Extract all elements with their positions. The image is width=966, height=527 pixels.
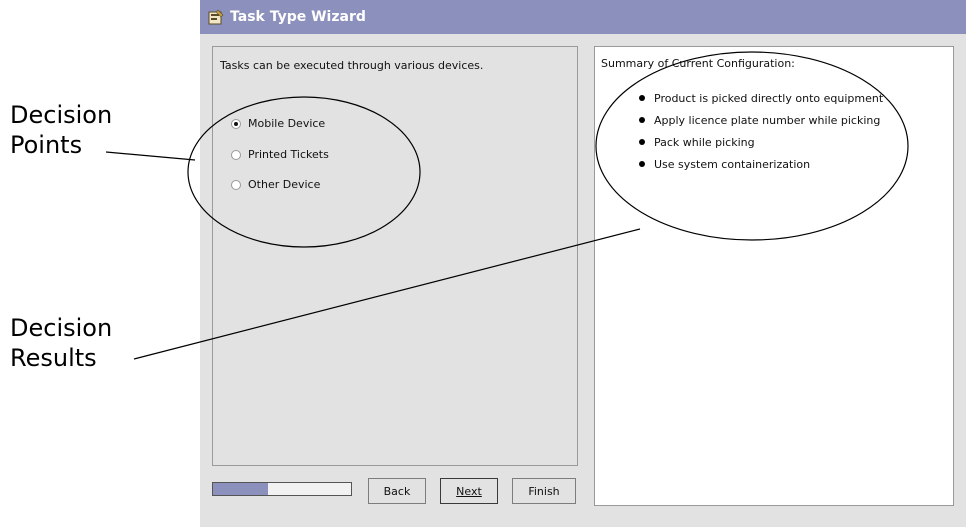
decision-points-label: Decision Points <box>10 100 112 160</box>
radio-printed-tickets[interactable]: Printed Tickets <box>231 148 329 161</box>
list-item: Product is picked directly onto equipmen… <box>639 87 883 109</box>
summary-item-text: Pack while picking <box>654 135 755 149</box>
bullet-icon <box>639 161 645 167</box>
list-item: Apply licence plate number while picking <box>639 109 883 131</box>
back-button[interactable]: Back <box>368 478 426 504</box>
window-title: Task Type Wizard <box>230 9 366 25</box>
summary-title: Summary of Current Configuration: <box>601 57 795 70</box>
decision-points-leader <box>105 151 196 161</box>
summary-item-text: Apply licence plate number while picking <box>654 113 881 127</box>
radio-other-device[interactable]: Other Device <box>231 178 320 191</box>
next-button-label: Next <box>456 484 482 498</box>
bullet-icon <box>639 117 645 123</box>
next-button[interactable]: Next <box>440 478 498 504</box>
bullet-icon <box>639 139 645 145</box>
summary-item-text: Use system containerization <box>654 157 811 171</box>
progress-fill <box>213 483 269 495</box>
device-options-panel: Tasks can be executed through various de… <box>212 46 578 466</box>
summary-list: Product is picked directly onto equipmen… <box>639 87 883 175</box>
finish-button-label: Finish <box>528 484 560 498</box>
summary-item-text: Product is picked directly onto equipmen… <box>654 91 884 105</box>
list-item: Pack while picking <box>639 131 883 153</box>
radio-label: Mobile Device <box>248 117 326 130</box>
decision-points-line1: Decision <box>10 101 113 129</box>
radio-label: Other Device <box>248 178 321 191</box>
radio-label: Printed Tickets <box>248 148 329 161</box>
intro-text: Tasks can be executed through various de… <box>220 59 484 72</box>
wizard-icon <box>208 9 224 25</box>
bullet-icon <box>639 95 645 101</box>
radio-button[interactable] <box>231 179 241 190</box>
title-bar: Task Type Wizard <box>200 0 966 34</box>
decision-results-line1: Decision <box>10 314 113 342</box>
decision-points-line2: Points <box>10 131 83 159</box>
list-item: Use system containerization <box>639 153 883 175</box>
finish-button[interactable]: Finish <box>512 478 576 504</box>
wizard-window: Task Type Wizard Tasks can be executed t… <box>200 0 966 527</box>
back-button-label: Back <box>383 484 411 498</box>
radio-mobile-device[interactable]: Mobile Device <box>231 117 325 130</box>
radio-button-selected[interactable] <box>231 118 241 129</box>
decision-results-line2: Results <box>10 344 97 372</box>
wizard-progress-bar <box>212 482 352 496</box>
decision-results-label: Decision Results <box>10 313 112 373</box>
summary-panel: Summary of Current Configuration: Produc… <box>594 46 954 506</box>
radio-button[interactable] <box>231 149 241 160</box>
